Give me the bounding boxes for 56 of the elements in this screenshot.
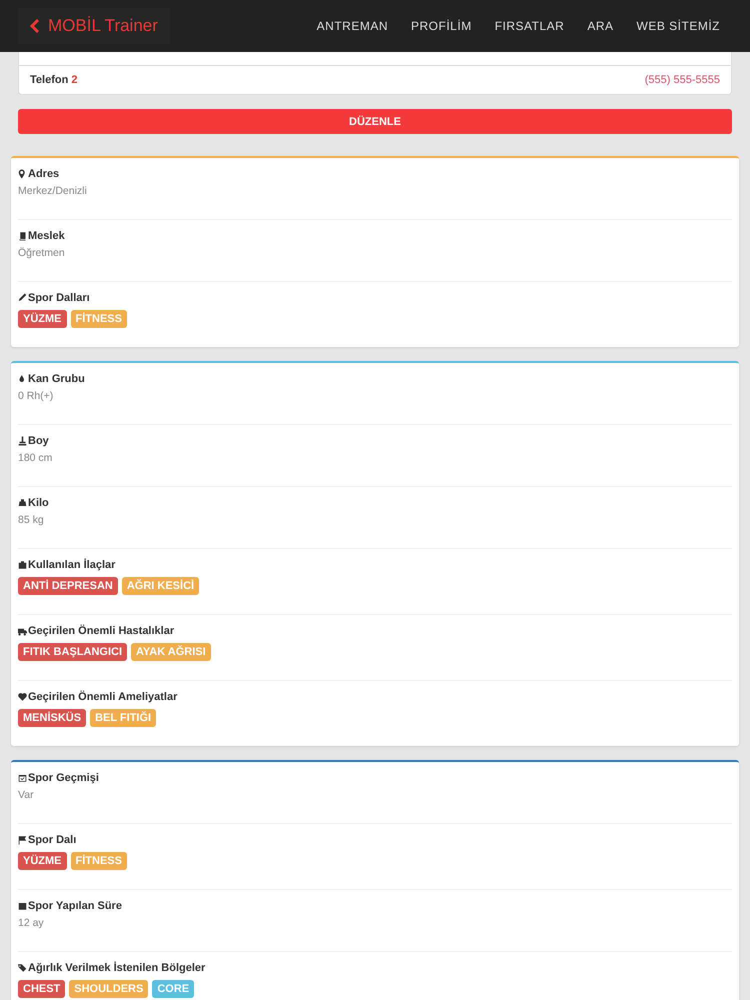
phone-number: (555) 555-5555 bbox=[644, 74, 720, 86]
contact-label: Telefon 2 bbox=[30, 74, 78, 86]
field-value: Öğretmen bbox=[18, 247, 66, 259]
nav-link[interactable]: ANTREMAN bbox=[316, 19, 388, 33]
field-icon bbox=[18, 692, 27, 702]
field-value: Merkez/Denizli bbox=[18, 185, 88, 197]
nav-link[interactable]: WEB SİTEMİZ bbox=[636, 19, 720, 33]
back-brand-button[interactable]: MOBİL Trainer bbox=[18, 8, 170, 44]
field-label: Spor Dalı bbox=[28, 834, 76, 846]
field-icon bbox=[18, 169, 27, 179]
tag-label: FİTNESS bbox=[70, 310, 127, 328]
tag-label: BEL FITIĞI bbox=[90, 709, 156, 727]
field-value: 0 Rh(+) bbox=[18, 390, 54, 402]
field-icon bbox=[18, 773, 27, 783]
field-icon bbox=[18, 901, 27, 911]
field-value: 180 cm bbox=[18, 452, 54, 464]
field-icon bbox=[18, 560, 27, 570]
field-label: Spor Yapılan Süre bbox=[28, 900, 122, 912]
tag-label: AĞRI KESİCİ bbox=[122, 577, 200, 595]
tag-label: SHOULDERS bbox=[69, 980, 148, 998]
field-icon bbox=[18, 626, 27, 636]
field-label: Ağırlık Verilmek İstenilen Bölgeler bbox=[28, 962, 206, 974]
field-value: Var bbox=[18, 789, 35, 801]
field-value: 12 ay bbox=[18, 917, 45, 929]
field-icon bbox=[18, 436, 27, 446]
field-label: Geçirilen Önemli Ameliyatlar bbox=[28, 691, 178, 703]
field-label: Geçirilen Önemli Hastalıklar bbox=[28, 625, 174, 637]
field-label: Kan Grubu bbox=[28, 373, 85, 385]
chevron-left-icon bbox=[30, 19, 40, 33]
field-value: 85 kg bbox=[18, 514, 45, 526]
field-icon bbox=[18, 963, 27, 973]
field-icon bbox=[18, 498, 27, 508]
field-label: Spor Geçmişi bbox=[28, 772, 99, 784]
tag-label: AYAK AĞRISI bbox=[131, 643, 211, 661]
tag-label: CHEST bbox=[18, 980, 66, 998]
field-label: Kilo bbox=[28, 497, 49, 509]
nav-link[interactable]: PROFİLİM bbox=[411, 19, 472, 33]
field-icon bbox=[18, 374, 27, 384]
field-label: Adres bbox=[28, 168, 60, 180]
tag-label: MENİSKÜS bbox=[18, 709, 86, 727]
tag-label: YÜZME bbox=[18, 310, 66, 328]
field-icon bbox=[18, 293, 27, 303]
field-label: Boy bbox=[28, 435, 49, 447]
field-icon bbox=[18, 231, 27, 241]
field-icon bbox=[18, 835, 27, 845]
nav-link[interactable]: FIRSATLAR bbox=[494, 19, 564, 33]
edit-button[interactable]: DÜZENLE bbox=[18, 109, 732, 134]
tag-label: YÜZME bbox=[18, 852, 66, 870]
nav-link[interactable]: ARA bbox=[587, 19, 614, 33]
tag-label: FİTNESS bbox=[70, 852, 127, 870]
field-label: Spor Dalları bbox=[28, 292, 90, 304]
tag-label: CORE bbox=[152, 980, 194, 998]
tag-label: ANTİ DEPRESAN bbox=[18, 577, 118, 595]
field-label: Kullanılan İlaçlar bbox=[28, 559, 116, 571]
field-label: Meslek bbox=[28, 230, 65, 242]
tag-label: FITIK BAŞLANGICI bbox=[18, 643, 127, 661]
